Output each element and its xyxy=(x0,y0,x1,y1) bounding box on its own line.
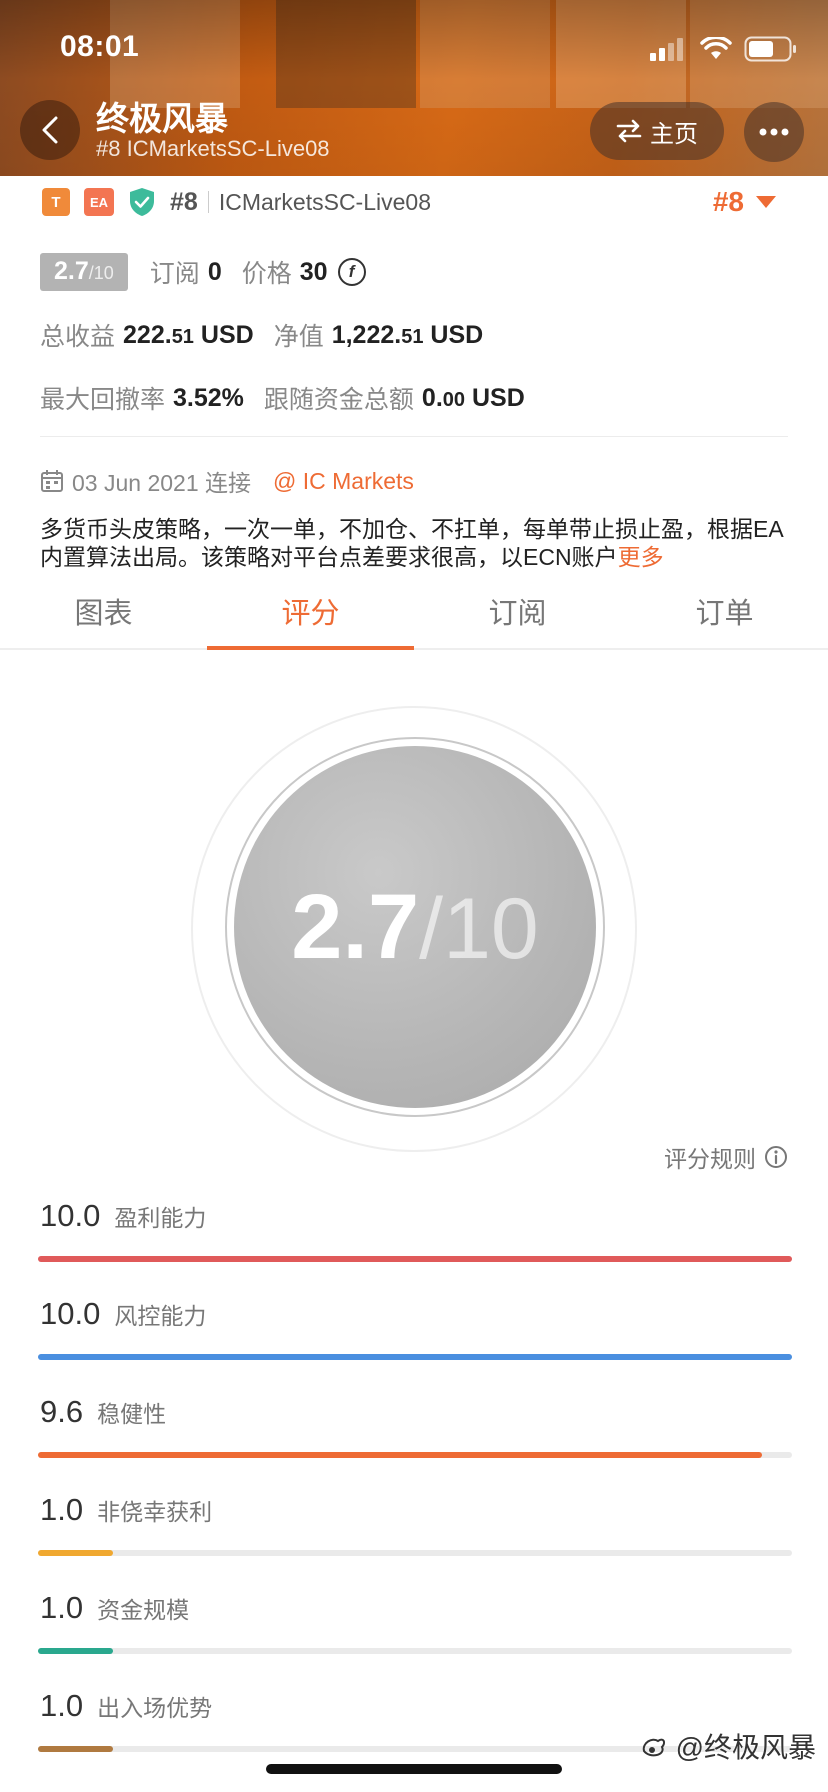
total-profit-label: 总收益 xyxy=(40,323,116,351)
page-title: 终极风暴 xyxy=(96,100,228,137)
tag-ea: EA xyxy=(84,188,114,216)
rank-dropdown[interactable]: #8 xyxy=(713,186,776,218)
tab-subscribe[interactable]: 订阅 xyxy=(414,582,621,648)
home-indicator[interactable] xyxy=(266,1764,562,1774)
rank-dropdown-label: #8 xyxy=(712,186,744,217)
equity-label: 净值 xyxy=(273,323,324,351)
score-badge: 2.7 /10 xyxy=(40,253,128,291)
back-button[interactable] xyxy=(20,100,80,160)
score-item-label: 资金规模 xyxy=(97,1597,190,1623)
score-item-value: 10.0 xyxy=(40,1296,101,1331)
score-bar-fill xyxy=(38,1550,114,1556)
page-subtitle: #8 ICMarketsSC-Live08 xyxy=(96,136,330,161)
home-button[interactable]: 主页 xyxy=(590,102,724,160)
more-dots-icon xyxy=(759,128,789,136)
score-item-value: 9.6 xyxy=(40,1394,84,1429)
score-item: 10.0 盈利能力 xyxy=(38,1198,792,1278)
score-item: 10.0 风控能力 xyxy=(38,1296,792,1376)
triangle-down-icon xyxy=(756,196,776,208)
follow-funds-value: 0.00 USD xyxy=(421,383,525,412)
weibo-logo-icon xyxy=(642,1738,665,1757)
score-item-value: 1.0 xyxy=(40,1590,84,1625)
chevron-left-icon xyxy=(42,116,58,144)
tag-row: T EA #8 ICMarketsSC-Live08 xyxy=(42,184,786,220)
score-total: /10 xyxy=(88,263,114,283)
price-label: 价格 xyxy=(241,260,292,288)
swap-icon xyxy=(616,119,642,143)
score-ring: 2.7 /10 xyxy=(234,746,596,1108)
max-drawdown-value: 3.52% xyxy=(173,383,244,412)
score-item-label: 出入场优势 xyxy=(97,1695,213,1721)
wifi-icon xyxy=(700,37,732,59)
score-bar-fill xyxy=(38,1648,114,1654)
score-bar-track xyxy=(38,1256,792,1262)
score-row: 2.7 /10 订阅 0 价格 30 f xyxy=(40,252,366,292)
price-value: 30 xyxy=(299,257,328,286)
tab-bar: 图表 评分 订阅 订单 xyxy=(0,582,828,650)
subscribe-label: 订阅 xyxy=(149,260,200,288)
signal-icon xyxy=(650,38,683,61)
description-text: 多货币头皮策略，一次一单，不加仓、不扛单，每单带止损止盈，根据EA内置算法出局。… xyxy=(40,516,784,570)
score-item-label: 盈利能力 xyxy=(114,1205,207,1231)
drawdown-row: 最大回撤率 3.52% 跟随资金总额 0.00 USD xyxy=(40,378,545,418)
subscribe-value: 0 xyxy=(207,257,222,286)
score-item: 1.0 资金规模 xyxy=(38,1590,792,1670)
connection-date: 03 Jun 2021 连接 xyxy=(72,470,252,496)
info-icon xyxy=(765,1146,787,1168)
rank-label: #8 xyxy=(170,187,198,216)
profit-row: 总收益 222.51 USD 净值 1,222.51 USD xyxy=(40,315,503,355)
score-bar-fill xyxy=(38,1354,792,1360)
follow-funds-label: 跟随资金总额 xyxy=(263,386,414,414)
tab-orders[interactable]: 订单 xyxy=(621,582,828,648)
calendar-icon xyxy=(41,470,63,492)
score-item-label: 稳健性 xyxy=(97,1401,167,1427)
profile-header: 08:01 终极风暴 #8 ICMarketsSC-Live08 主页 xyxy=(0,0,828,176)
strategy-description: 多货币头皮策略，一次一单，不加仓、不扛单，每单带止损止盈，根据EA内置算法出局。… xyxy=(40,515,792,571)
score-bar-fill xyxy=(38,1746,114,1752)
server-label: ICMarketsSC-Live08 xyxy=(218,188,431,215)
rating-rules-label: 评分规则 xyxy=(664,1146,756,1172)
total-profit-value: 222.51 USD xyxy=(123,320,254,349)
score-bar-track xyxy=(38,1452,792,1458)
score-item-label: 风控能力 xyxy=(114,1303,207,1329)
score-item: 1.0 非侥幸获利 xyxy=(38,1492,792,1572)
score-item-value: 1.0 xyxy=(40,1492,84,1527)
ring-score-value: 2.7 xyxy=(291,875,420,978)
watermark: @终极风暴 xyxy=(640,1726,816,1766)
tab-rating[interactable]: 评分 xyxy=(207,582,414,650)
score-bar-fill xyxy=(38,1452,762,1458)
score-bar-track xyxy=(38,1550,792,1556)
equity-value: 1,222.51 USD xyxy=(331,320,484,349)
more-link[interactable]: 更多 xyxy=(618,544,664,570)
tab-chart[interactable]: 图表 xyxy=(0,582,207,648)
watermark-text: @终极风暴 xyxy=(675,1732,816,1763)
coin-icon: f xyxy=(337,258,366,286)
score-item: 9.6 稳健性 xyxy=(38,1394,792,1474)
rating-rules-link[interactable]: 评分规则 xyxy=(664,1140,788,1174)
battery-icon xyxy=(744,36,796,62)
status-time: 08:01 xyxy=(60,30,140,63)
tag-t: T xyxy=(42,188,70,216)
score-bar-fill xyxy=(38,1256,792,1262)
score-item-label: 非侥幸获利 xyxy=(97,1499,213,1525)
score-bar-track xyxy=(38,1354,792,1360)
score-item-value: 1.0 xyxy=(40,1688,84,1723)
status-icons xyxy=(648,36,798,62)
broker-link[interactable]: @ IC Markets xyxy=(273,468,414,495)
divider xyxy=(40,436,788,437)
score-value: 2.7 xyxy=(54,257,89,285)
score-item-value: 10.0 xyxy=(40,1198,101,1233)
max-drawdown-label: 最大回撤率 xyxy=(40,386,166,414)
home-button-label: 主页 xyxy=(650,120,698,148)
more-button[interactable] xyxy=(744,102,804,162)
ring-score-total: /10 xyxy=(419,880,539,977)
connection-row: 03 Jun 2021 连接 @ IC Markets xyxy=(40,464,414,498)
score-bar-track xyxy=(38,1648,792,1654)
shield-check-icon xyxy=(130,188,154,216)
separator xyxy=(207,191,209,213)
